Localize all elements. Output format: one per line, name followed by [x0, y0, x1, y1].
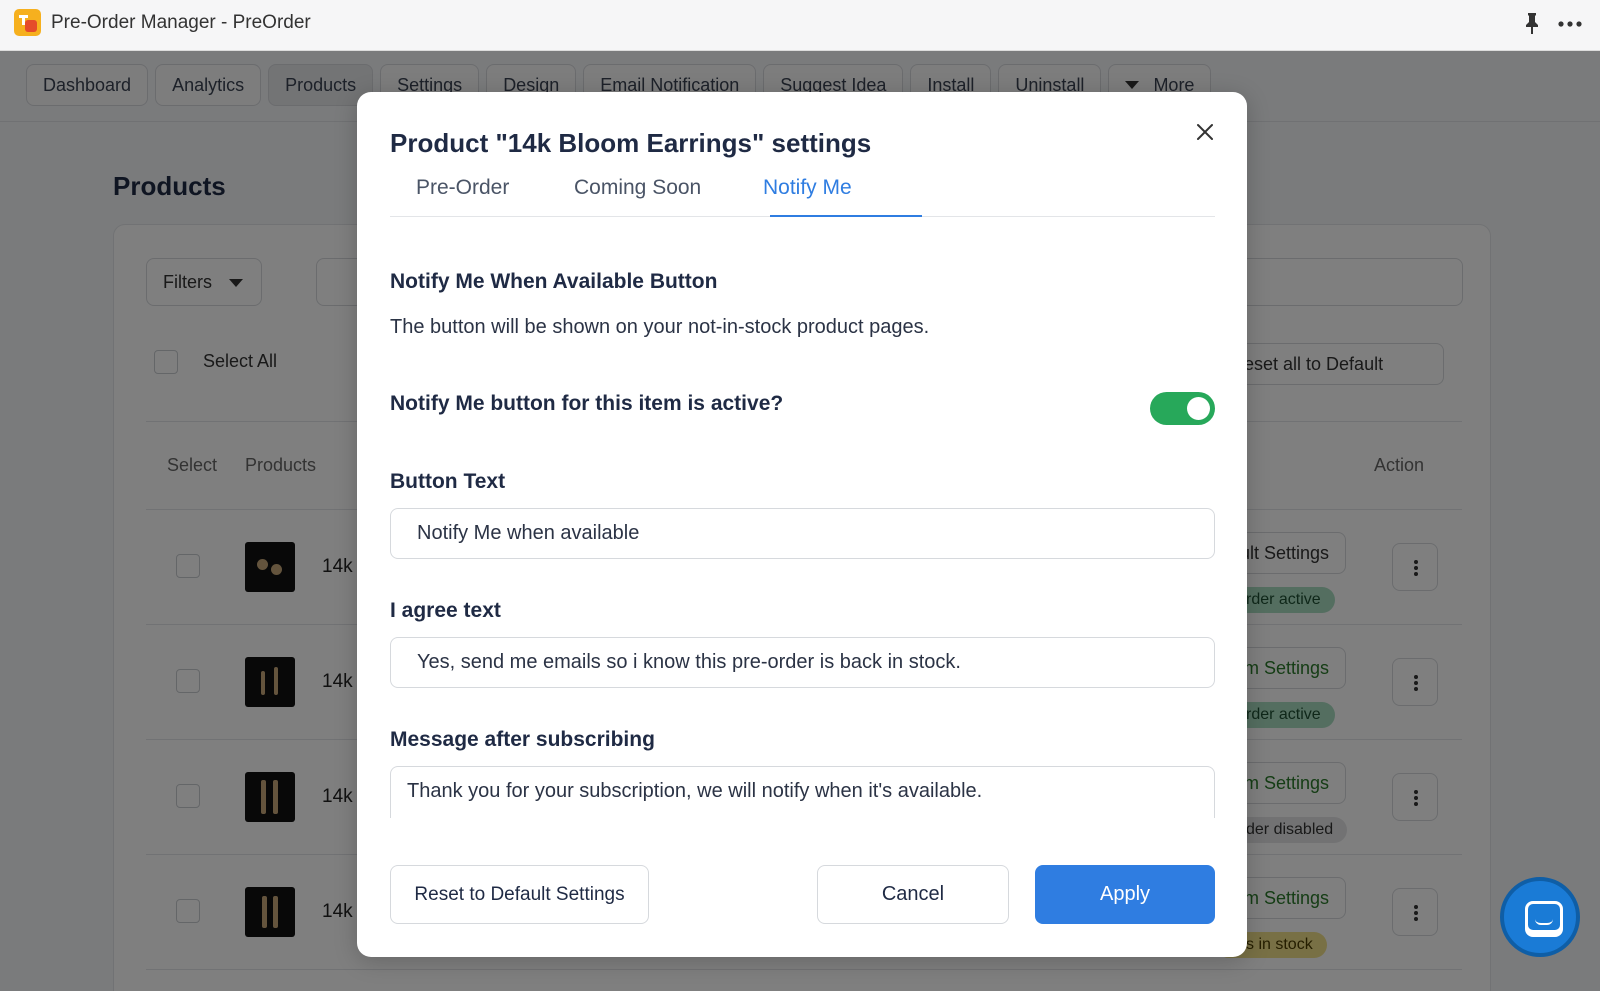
notify-me-toggle[interactable] [1150, 392, 1215, 425]
message-after-textarea[interactable]: Thank you for your subscription, we will… [390, 766, 1215, 818]
window-title: Pre-Order Manager - PreOrder [51, 12, 311, 33]
section-heading: Notify Me When Available Button [390, 270, 718, 293]
product-settings-modal: Product "14k Bloom Earrings" settings Pr… [357, 92, 1247, 957]
agree-text-label: I agree text [390, 599, 501, 622]
button-text-input[interactable]: Notify Me when available [390, 508, 1215, 559]
title-bar: Pre-Order Manager - PreOrder [0, 0, 1600, 51]
tab-coming-soon[interactable]: Coming Soon [574, 176, 701, 200]
tab-notify-me[interactable]: Notify Me [763, 176, 852, 200]
close-icon[interactable] [1193, 120, 1217, 144]
modal-title: Product "14k Bloom Earrings" settings [390, 128, 872, 158]
reset-default-button[interactable]: Reset to Default Settings [390, 865, 649, 924]
toggle-knob [1187, 397, 1210, 420]
cancel-button[interactable]: Cancel [817, 865, 1009, 924]
tab-pre-order[interactable]: Pre-Order [416, 176, 509, 200]
agree-text-input[interactable]: Yes, send me emails so i know this pre-o… [390, 637, 1215, 688]
button-text-label: Button Text [390, 470, 506, 493]
chat-widget-button[interactable] [1500, 877, 1580, 957]
app-logo-icon [14, 9, 41, 36]
modal-tabs: Pre-Order Coming Soon Notify Me [390, 172, 1215, 217]
notify-me-toggle-label: Notify Me button for this item is active… [390, 392, 784, 415]
pin-icon[interactable] [1523, 11, 1541, 35]
section-description: The button will be shown on your not-in-… [390, 316, 930, 338]
message-after-label: Message after subscribing [390, 728, 655, 751]
more-options-icon[interactable] [1557, 20, 1583, 28]
apply-button[interactable]: Apply [1035, 865, 1215, 924]
active-tab-indicator [770, 215, 922, 217]
